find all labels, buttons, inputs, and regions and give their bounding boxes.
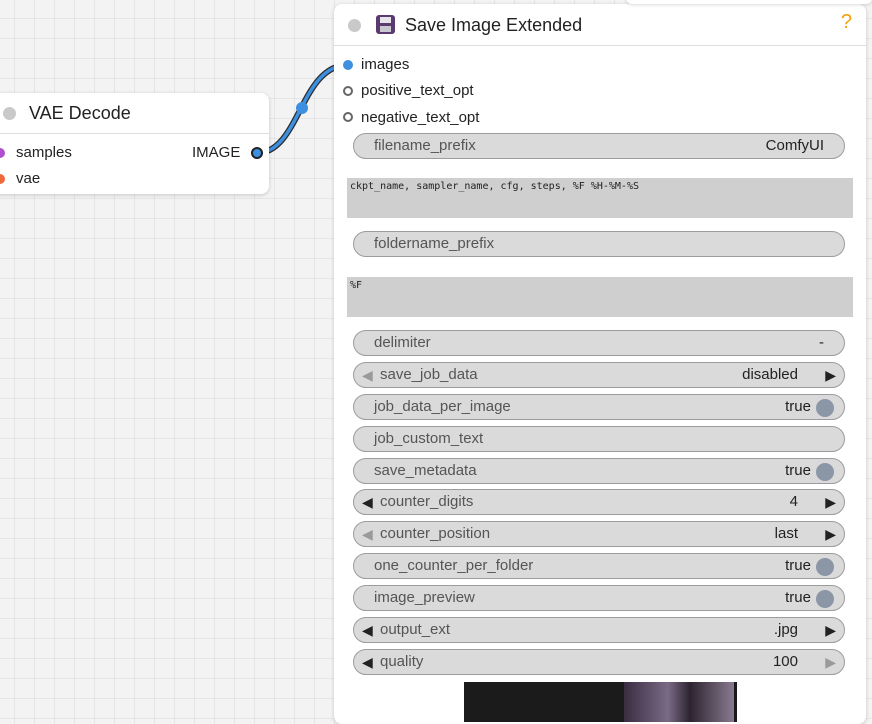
counter-position-value: last bbox=[774, 525, 798, 542]
decrement-arrow-icon[interactable]: ◀ bbox=[362, 490, 373, 514]
images-input-label: images bbox=[361, 56, 410, 73]
filename-prefix-field[interactable]: filename_prefix ComfyUI bbox=[353, 133, 845, 159]
node-title: Save Image Extended bbox=[405, 15, 583, 35]
delimiter-field[interactable]: delimiter - bbox=[353, 330, 845, 356]
counter-position-label: counter_position bbox=[380, 525, 491, 542]
increment-arrow-icon[interactable]: ▶ bbox=[825, 363, 836, 387]
counter-digits-value: 4 bbox=[789, 493, 798, 510]
output-ext-label: output_ext bbox=[380, 621, 451, 638]
job-data-per-image-label: job_data_per_image bbox=[374, 398, 511, 415]
filename-keys-textarea[interactable]: ckpt_name, sampler_name, cfg, steps, %F … bbox=[347, 178, 853, 218]
node-graph-canvas[interactable]: VAE Decode samples vae IMAGE Save Image … bbox=[0, 0, 872, 724]
image-preview-label: image_preview bbox=[374, 589, 475, 606]
save-job-data-combo[interactable]: ◀ save_job_data disabled ▶ bbox=[353, 362, 845, 388]
image-output-dot[interactable] bbox=[251, 147, 263, 159]
vae-input-dot[interactable] bbox=[0, 174, 5, 184]
image-preview-value: true bbox=[785, 589, 811, 606]
help-icon[interactable]: ? bbox=[841, 11, 852, 34]
link-midpoint-handle[interactable] bbox=[296, 102, 308, 114]
one-counter-per-folder-label: one_counter_per_folder bbox=[374, 557, 534, 574]
save-job-data-label: save_job_data bbox=[380, 366, 478, 383]
floppy-disk-icon bbox=[376, 15, 395, 34]
images-input-dot[interactable] bbox=[343, 60, 353, 70]
save-metadata-label: save_metadata bbox=[374, 462, 477, 479]
toggle-knob-icon[interactable] bbox=[816, 590, 834, 608]
decrement-arrow-icon[interactable]: ◀ bbox=[362, 650, 373, 674]
quality-value: 100 bbox=[772, 653, 798, 670]
negative-text-input-label: negative_text_opt bbox=[361, 109, 480, 126]
toggle-knob-icon[interactable] bbox=[816, 558, 834, 576]
save-metadata-toggle[interactable]: save_metadata true bbox=[353, 458, 845, 484]
increment-arrow-icon[interactable]: ▶ bbox=[825, 618, 836, 642]
foldername-keys-textarea[interactable]: %F bbox=[347, 277, 853, 317]
vae-decode-title-bar[interactable]: VAE Decode bbox=[0, 93, 269, 134]
negative-text-input-dot[interactable] bbox=[343, 112, 353, 122]
one-counter-per-folder-toggle[interactable]: one_counter_per_folder true bbox=[353, 553, 845, 579]
job-custom-text-field[interactable]: job_custom_text bbox=[353, 426, 845, 452]
decrement-arrow-icon[interactable]: ◀ bbox=[362, 522, 373, 546]
job-custom-text-label: job_custom_text bbox=[374, 430, 484, 447]
counter-position-combo[interactable]: ◀ counter_position last ▶ bbox=[353, 521, 845, 547]
job-data-per-image-toggle[interactable]: job_data_per_image true bbox=[353, 394, 845, 420]
delimiter-label: delimiter bbox=[374, 334, 431, 351]
increment-arrow-icon[interactable]: ▶ bbox=[825, 650, 836, 674]
image-preview-toggle[interactable]: image_preview true bbox=[353, 585, 845, 611]
counter-digits-label: counter_digits bbox=[380, 493, 474, 510]
save-job-data-value: disabled bbox=[742, 366, 798, 383]
decrement-arrow-icon[interactable]: ◀ bbox=[362, 618, 373, 642]
foldername-prefix-label: foldername_prefix bbox=[374, 235, 495, 252]
samples-input-dot[interactable] bbox=[0, 148, 5, 158]
image-output-label: IMAGE bbox=[192, 144, 241, 161]
increment-arrow-icon[interactable]: ▶ bbox=[825, 522, 836, 546]
save-image-extended-node[interactable]: Save Image Extended ? images positive_te… bbox=[334, 4, 866, 724]
toggle-knob-icon[interactable] bbox=[816, 463, 834, 481]
node-title: VAE Decode bbox=[29, 103, 131, 123]
output-ext-value: .jpg bbox=[773, 621, 798, 638]
counter-digits-number[interactable]: ◀ counter_digits 4 ▶ bbox=[353, 489, 845, 515]
filename-prefix-label: filename_prefix bbox=[374, 137, 476, 154]
offscreen-node-edge[interactable] bbox=[626, 0, 872, 4]
quality-label: quality bbox=[380, 653, 424, 670]
filename-prefix-value: ComfyUI bbox=[765, 137, 824, 154]
positive-text-input-label: positive_text_opt bbox=[361, 82, 474, 99]
output-ext-combo[interactable]: ◀ output_ext .jpg ▶ bbox=[353, 617, 845, 643]
one-counter-per-folder-value: true bbox=[785, 557, 811, 574]
collapse-dot-icon[interactable] bbox=[348, 19, 361, 32]
delimiter-value: - bbox=[819, 334, 824, 351]
samples-input-label: samples bbox=[16, 144, 72, 161]
vae-input-label: vae bbox=[16, 170, 41, 187]
toggle-knob-icon[interactable] bbox=[816, 399, 834, 417]
image-preview-thumbnail[interactable] bbox=[464, 682, 737, 722]
save-image-title-bar[interactable]: Save Image Extended ? bbox=[334, 4, 866, 46]
job-data-per-image-value: true bbox=[785, 398, 811, 415]
collapse-dot-icon[interactable] bbox=[3, 107, 16, 120]
positive-text-input-dot[interactable] bbox=[343, 86, 353, 96]
quality-number[interactable]: ◀ quality 100 ▶ bbox=[353, 649, 845, 675]
increment-arrow-icon[interactable]: ▶ bbox=[825, 490, 836, 514]
foldername-prefix-field[interactable]: foldername_prefix bbox=[353, 231, 845, 257]
decrement-arrow-icon[interactable]: ◀ bbox=[362, 363, 373, 387]
save-metadata-value: true bbox=[785, 462, 811, 479]
vae-decode-node[interactable]: VAE Decode samples vae IMAGE bbox=[0, 93, 269, 194]
